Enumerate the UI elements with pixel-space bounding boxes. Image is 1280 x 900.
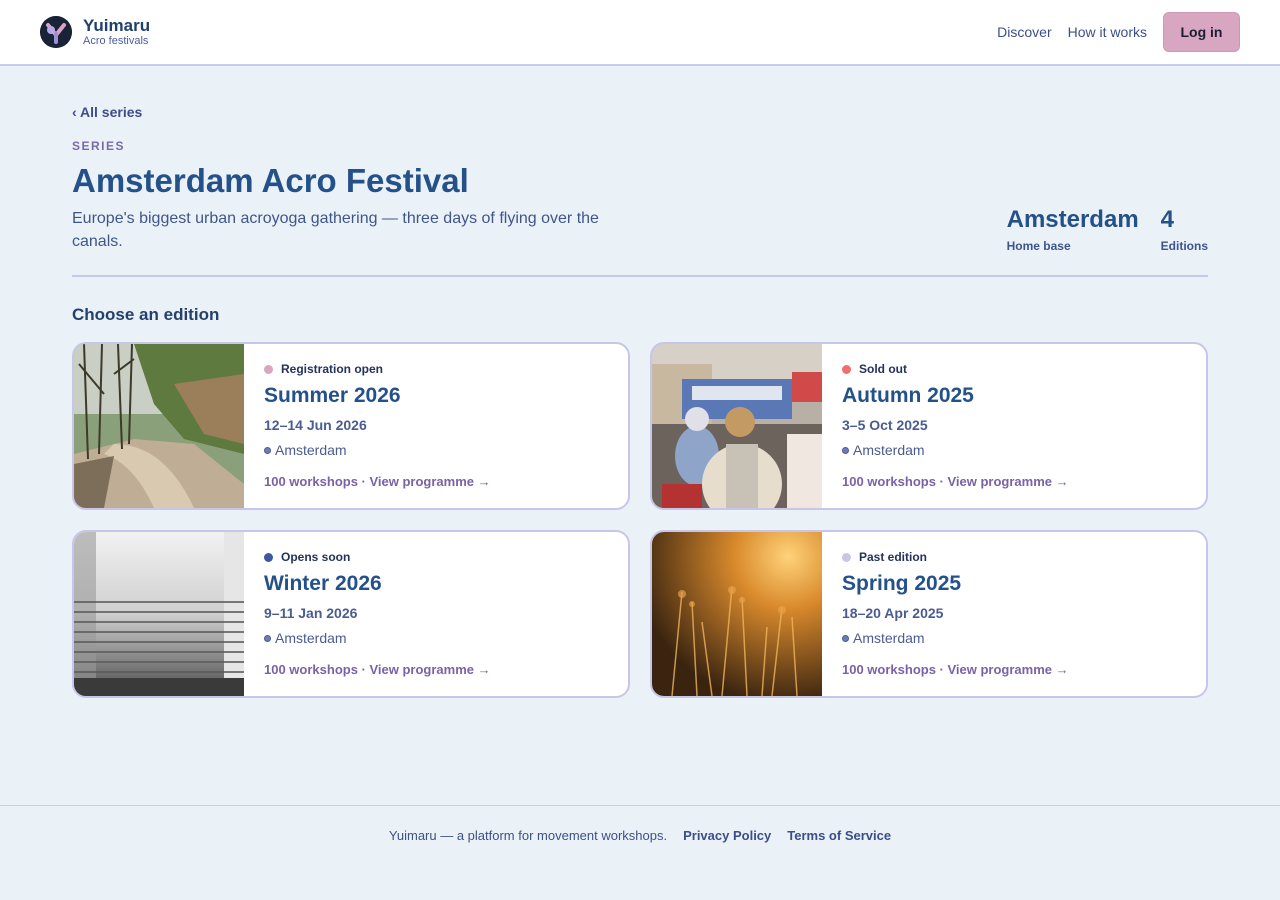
edition-date: 9–11 Jan 2026	[264, 605, 358, 621]
footer: Yuimaru — a platform for movement worksh…	[0, 805, 1280, 900]
location-label: Amsterdam	[853, 442, 925, 458]
editions-grid: Registration open Summer 2026 12–14 Jun …	[72, 342, 1208, 698]
status-dot	[842, 364, 851, 374]
page-title: Amsterdam Acro Festival	[72, 162, 469, 199]
series-stats: Amsterdam Home base 4 Editions	[1006, 206, 1208, 254]
edition-title: Autumn 2025	[842, 384, 974, 407]
login-button[interactable]: Log in	[1163, 12, 1240, 52]
footer-tagline: Yuimaru — a platform for movement worksh…	[388, 828, 668, 843]
yuimaru-logo-icon	[40, 16, 72, 48]
series-description: Europe's biggest urban acroyoga gatherin…	[72, 210, 599, 250]
foggy-stairs-image	[74, 532, 244, 696]
city-street-image	[652, 344, 822, 508]
section-title: Choose an edition	[72, 305, 220, 324]
edition-location: Amsterdam	[842, 442, 1186, 458]
edition-location: Amsterdam	[264, 442, 608, 458]
brand[interactable]: Yuimaru Acro festivals	[40, 16, 150, 48]
location-label: Amsterdam	[853, 630, 925, 646]
edition-card-winter-2026[interactable]: Opens soon Winter 2026 9–11 Jan 2026 Ams…	[72, 530, 630, 698]
view-programme-link[interactable]: 100 workshops · View programme →	[842, 662, 1069, 677]
stat-editions: 4 Editions	[1160, 206, 1208, 254]
nav-how-it-works[interactable]: How it works	[1068, 24, 1147, 40]
stat-label: Home base	[1006, 239, 1071, 254]
view-programme-link[interactable]: 100 workshops · View programme →	[264, 474, 491, 489]
stat-home-base: Amsterdam Home base	[1006, 206, 1139, 254]
edition-card-spring-2025[interactable]: Past edition Spring 2025 18–20 Apr 2025 …	[650, 530, 1208, 698]
edition-title: Summer 2026	[264, 384, 401, 407]
edition-title: Spring 2025	[842, 572, 962, 595]
forest-path-image	[74, 344, 244, 508]
series-eyebrow: SERIES	[72, 139, 126, 153]
edition-date: 18–20 Apr 2025	[842, 605, 944, 621]
all-series-link[interactable]: ‹ All series	[72, 104, 142, 120]
nav-discover[interactable]: Discover	[997, 24, 1051, 40]
edition-location: Amsterdam	[264, 630, 608, 646]
view-programme-link[interactable]: 100 workshops · View programme →	[842, 474, 1069, 489]
stat-value: 4	[1160, 206, 1175, 233]
stat-label: Editions	[1160, 239, 1208, 254]
privacy-policy-link[interactable]: Privacy Policy	[683, 828, 771, 843]
status-dot	[842, 552, 851, 562]
location-pin-icon	[842, 634, 849, 642]
brand-name: Yuimaru	[83, 16, 151, 35]
status-label: Sold out	[859, 362, 907, 376]
status-label: Registration open	[281, 362, 384, 376]
stat-value: Amsterdam	[1006, 206, 1139, 233]
edition-title: Winter 2026	[264, 572, 382, 595]
location-pin-icon	[264, 446, 271, 454]
golden-field-image	[652, 532, 822, 696]
location-label: Amsterdam	[275, 442, 347, 458]
edition-date: 12–14 Jun 2026	[264, 417, 367, 433]
edition-date: 3–5 Oct 2025	[842, 417, 928, 433]
terms-of-service-link[interactable]: Terms of Service	[787, 828, 891, 843]
section-divider	[72, 275, 1208, 277]
view-programme-link[interactable]: 100 workshops · View programme →	[264, 662, 491, 677]
brand-subtitle: Acro festivals	[83, 35, 149, 47]
edition-status: Sold out	[842, 362, 1186, 376]
edition-status: Past edition	[842, 550, 1186, 564]
status-dot	[264, 364, 273, 374]
status-label: Past edition	[859, 550, 928, 564]
edition-status: Registration open	[264, 362, 608, 376]
location-pin-icon	[842, 446, 849, 454]
top-navigation-bar: Yuimaru Acro festivals Discover How it w…	[0, 0, 1280, 66]
location-pin-icon	[264, 634, 271, 642]
edition-card-autumn-2025[interactable]: Sold out Autumn 2025 3–5 Oct 2025 Amster…	[650, 342, 1208, 510]
status-label: Opens soon	[281, 550, 351, 564]
main-nav: Discover How it works Log in	[997, 12, 1240, 52]
edition-card-summer-2026[interactable]: Registration open Summer 2026 12–14 Jun …	[72, 342, 630, 510]
edition-status: Opens soon	[264, 550, 608, 564]
location-label: Amsterdam	[275, 630, 347, 646]
status-dot	[264, 552, 273, 562]
edition-location: Amsterdam	[842, 630, 1186, 646]
